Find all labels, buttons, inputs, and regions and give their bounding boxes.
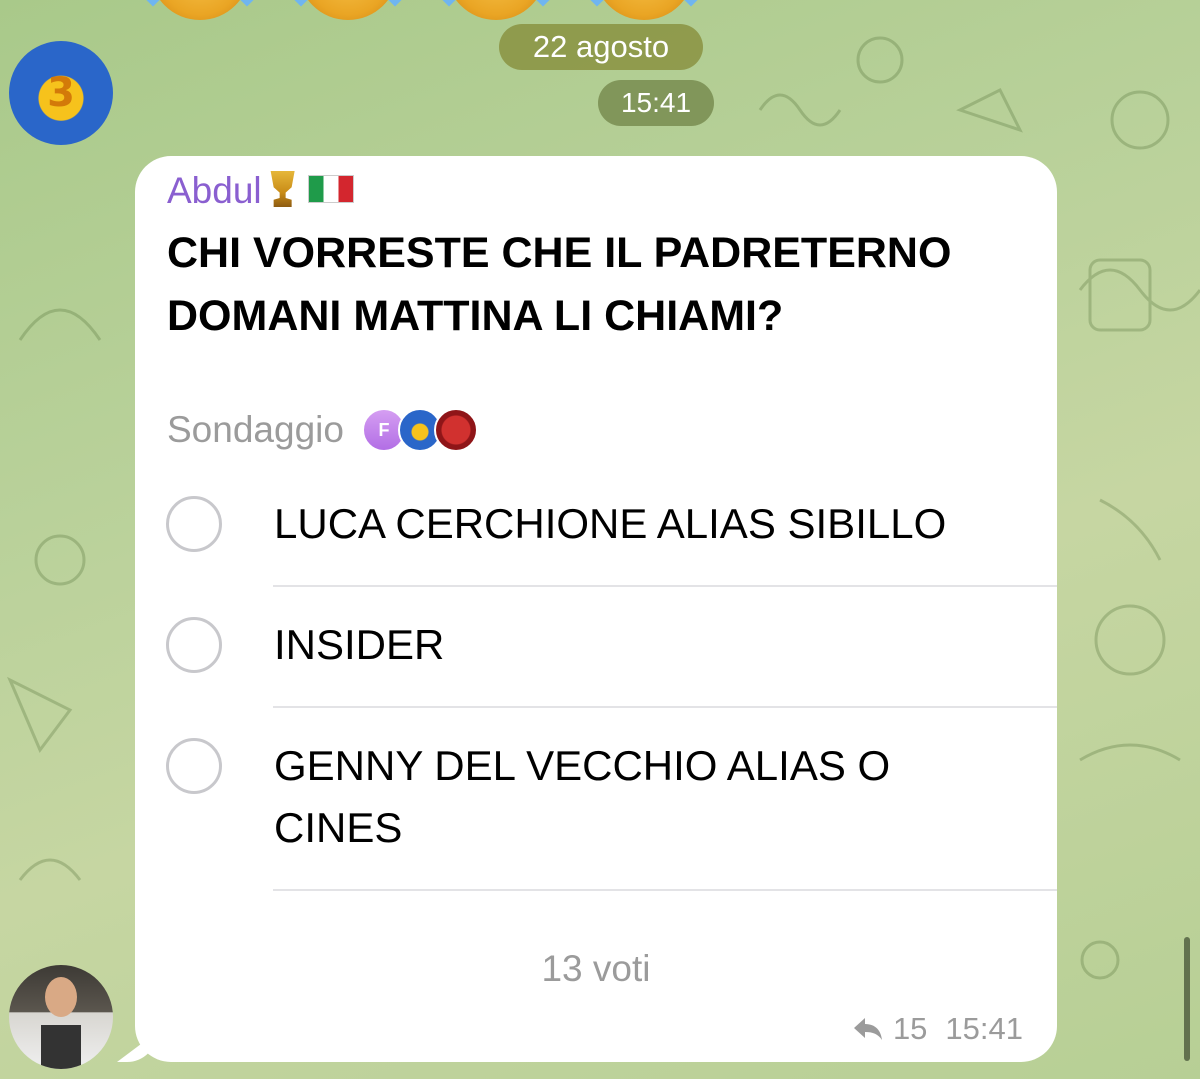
reply-arrow-icon[interactable] [853, 1016, 883, 1042]
poll-meta-row: Sondaggio F [167, 406, 478, 454]
italy-flag-icon [307, 175, 354, 203]
radio-circle-icon[interactable] [166, 496, 222, 552]
avatar-face [45, 977, 77, 1017]
vote-count[interactable]: 13 voti [135, 948, 1057, 990]
divider [273, 889, 1057, 891]
sender-avatar-top[interactable]: 3 [9, 41, 113, 145]
radio-circle-icon[interactable] [166, 617, 222, 673]
poll-type-label: Sondaggio [167, 409, 344, 450]
sender-name-row[interactable]: Abdul [167, 170, 354, 212]
poll-option[interactable]: GENNY DEL VECCHIO ALIAS O CINES [135, 708, 1057, 889]
poll-option[interactable]: INSIDER [135, 587, 1057, 706]
time-separator: 15:41 [598, 80, 714, 126]
message-time: 15:41 [945, 1011, 1023, 1046]
sender-name[interactable]: Abdul [167, 170, 262, 211]
poll-option-label[interactable]: GENNY DEL VECCHIO ALIAS O CINES [274, 735, 1004, 859]
date-separator: 22 agosto [499, 24, 703, 70]
poll-option-label[interactable]: INSIDER [274, 614, 1004, 676]
poll-options: LUCA CERCHIONE ALIAS SIBILLO INSIDER GEN… [135, 466, 1057, 891]
avatar-shirt [41, 1025, 81, 1069]
poll-message-bubble[interactable]: Abdul CHI VORRESTE CHE IL PADRETERNO DOM… [135, 156, 1057, 1062]
laughing-emoji-icon [433, 0, 559, 20]
laughing-emoji-icon [137, 0, 263, 20]
poll-option-label[interactable]: LUCA CERCHIONE ALIAS SIBILLO [274, 493, 1004, 555]
poll-question: CHI VORRESTE CHE IL PADRETERNO DOMANI MA… [167, 229, 952, 340]
laughing-emoji-icon [581, 0, 707, 20]
laughing-emoji-icon [285, 0, 411, 20]
trophy-icon [270, 171, 295, 207]
reply-count[interactable]: 15 [893, 1011, 927, 1047]
radio-circle-icon[interactable] [166, 738, 222, 794]
message-footer: 15 15:41 [853, 1011, 1023, 1047]
avatar-badge-icon: 3 [47, 70, 75, 116]
scrollbar[interactable] [1184, 937, 1190, 1061]
emoji-reaction-row [137, 0, 720, 22]
voter-avatar [433, 408, 478, 452]
recent-voters[interactable]: F [361, 408, 478, 452]
sender-avatar-bottom[interactable] [9, 965, 113, 1069]
poll-option[interactable]: LUCA CERCHIONE ALIAS SIBILLO [135, 466, 1057, 585]
